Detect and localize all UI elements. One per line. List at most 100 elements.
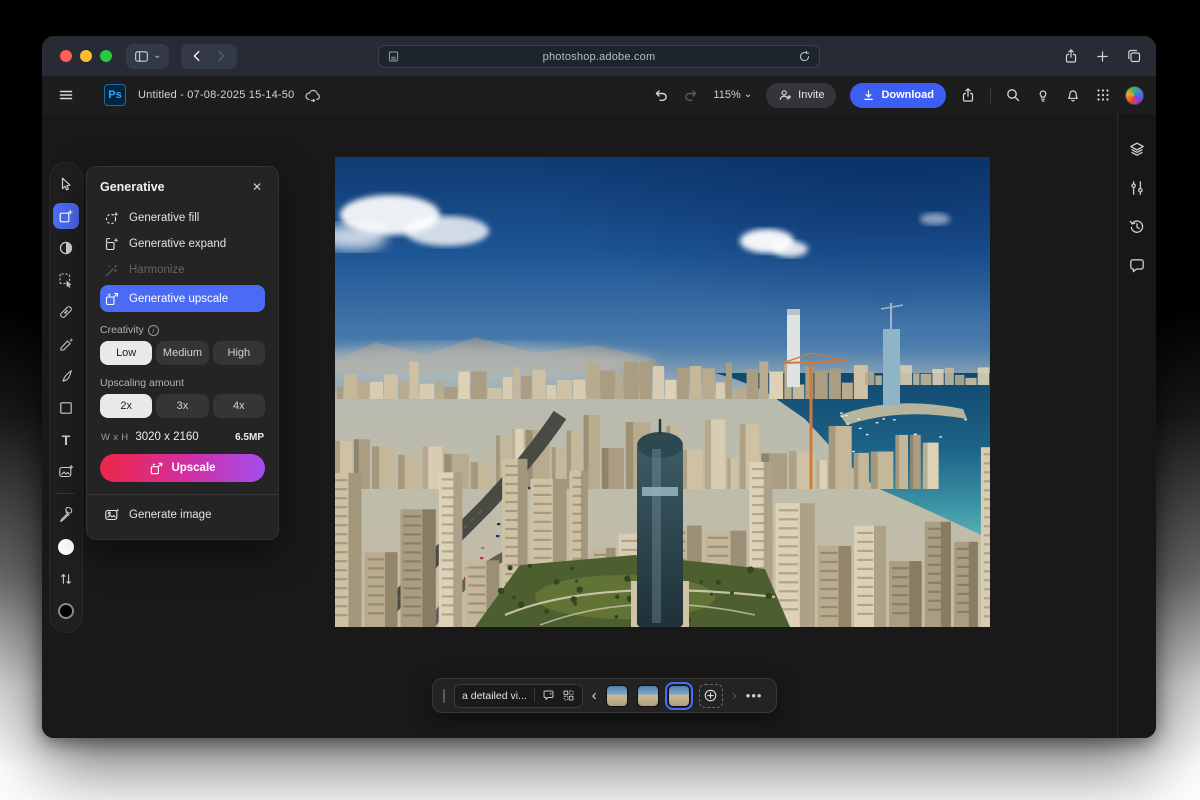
apps-grid-icon[interactable] xyxy=(1095,87,1111,103)
creativity-option-low[interactable]: Low xyxy=(100,341,152,365)
generative-upscale-item[interactable]: Generative upscale xyxy=(100,285,265,312)
select-subject-tool[interactable] xyxy=(53,267,79,293)
generative-tool[interactable] xyxy=(53,203,79,229)
taskbar-drag-handle[interactable] xyxy=(443,689,445,703)
taskbar-more-button[interactable]: ••• xyxy=(746,688,763,703)
prompt-text: a detailed vi... xyxy=(462,690,527,702)
invite-person-icon xyxy=(778,88,792,102)
adjustments-button[interactable] xyxy=(1124,175,1150,201)
panel-close-button[interactable]: ✕ xyxy=(249,179,265,195)
variation-thumbnail-2[interactable] xyxy=(637,685,659,707)
user-avatar[interactable] xyxy=(1125,86,1144,105)
foreground-color-swatch[interactable] xyxy=(53,534,79,560)
notifications-bell-icon[interactable] xyxy=(1065,87,1081,103)
url-text: photoshop.adobe.com xyxy=(400,51,798,63)
dimensions-row: W x H 3020 x 2160 6.5MP xyxy=(101,431,264,443)
adjustments-sliders-icon xyxy=(1128,179,1146,197)
remove-brush-icon xyxy=(58,336,74,352)
upscale-button-label: Upscale xyxy=(171,462,215,474)
previous-version-button[interactable]: ‹ xyxy=(592,688,597,703)
select-subject-icon xyxy=(58,272,74,288)
generative-expand-item[interactable]: Generative expand xyxy=(100,231,265,257)
amount-option-4x[interactable]: 4x xyxy=(213,394,265,418)
next-version-button[interactable]: › xyxy=(732,688,737,703)
rectangle-icon xyxy=(58,400,74,416)
back-icon xyxy=(190,49,204,63)
zoom-chevron-icon: ⌄ xyxy=(744,90,752,100)
header-actions: 115% ⌄ Invite Download xyxy=(653,76,1144,114)
eyedropper-tool[interactable] xyxy=(53,502,79,528)
address-bar[interactable]: photoshop.adobe.com xyxy=(378,45,820,68)
heal-tool[interactable] xyxy=(53,299,79,325)
reader-icon[interactable] xyxy=(387,50,400,63)
remove-tool[interactable] xyxy=(53,331,79,357)
brush-tool[interactable] xyxy=(53,363,79,389)
main-menu-icon[interactable] xyxy=(58,87,74,103)
photoshop-logo: Ps xyxy=(104,84,126,106)
download-button[interactable]: Download xyxy=(850,83,946,108)
generative-upscale-icon xyxy=(104,291,120,307)
search-icon[interactable] xyxy=(1005,87,1021,103)
adjust-tool[interactable] xyxy=(53,235,79,261)
amount-option-2x[interactable]: 2x xyxy=(100,394,152,418)
nav-buttons xyxy=(181,44,237,69)
redo-icon[interactable] xyxy=(683,87,699,103)
eyedropper-icon xyxy=(58,507,74,523)
generate-image-tool[interactable] xyxy=(53,459,79,485)
tab-overview-icon[interactable] xyxy=(1126,48,1142,64)
add-variation-button[interactable] xyxy=(699,684,723,708)
forward-button[interactable] xyxy=(209,45,233,68)
prompt-input[interactable]: a detailed vi... xyxy=(454,684,583,708)
share-icon[interactable] xyxy=(960,87,976,103)
creativity-info-icon[interactable]: i xyxy=(148,325,159,336)
generate-image-item[interactable]: Generate image xyxy=(100,504,265,526)
harmonize-label: Harmonize xyxy=(129,264,185,276)
zoom-window-button[interactable] xyxy=(100,50,112,62)
foreground-color xyxy=(58,539,74,555)
variation-thumbnail-3-selected[interactable] xyxy=(668,685,690,707)
move-tool[interactable] xyxy=(53,171,79,197)
amount-option-3x[interactable]: 3x xyxy=(156,394,208,418)
back-button[interactable] xyxy=(185,45,209,68)
creativity-option-medium[interactable]: Medium xyxy=(156,341,208,365)
minimize-window-button[interactable] xyxy=(80,50,92,62)
new-tab-icon[interactable] xyxy=(1095,49,1110,64)
background-color-swatch[interactable] xyxy=(53,598,79,624)
generative-fill-icon xyxy=(104,210,120,226)
forward-icon xyxy=(214,49,228,63)
wh-value: 3020 x 2160 xyxy=(135,431,198,443)
cloud-sync-icon[interactable] xyxy=(304,87,321,104)
reload-icon[interactable] xyxy=(798,50,811,63)
generative-fill-label: Generative fill xyxy=(129,212,199,224)
canvas-image[interactable] xyxy=(335,157,990,627)
invite-button[interactable]: Invite xyxy=(766,83,836,108)
generative-expand-label: Generative expand xyxy=(129,238,226,250)
close-window-button[interactable] xyxy=(60,50,72,62)
undo-icon[interactable] xyxy=(653,87,669,103)
download-label: Download xyxy=(881,89,934,101)
history-button[interactable] xyxy=(1124,214,1150,240)
chrome-right-buttons xyxy=(1063,36,1142,76)
comments-button[interactable] xyxy=(1124,253,1150,279)
shape-tool[interactable] xyxy=(53,395,79,421)
prompt-settings-icon[interactable] xyxy=(562,689,575,702)
prompt-suggestions-icon[interactable] xyxy=(542,689,555,702)
share-page-icon[interactable] xyxy=(1063,48,1079,64)
sidebar-icon xyxy=(134,49,149,64)
sidebar-toggle-button[interactable]: ⌄ xyxy=(126,44,169,69)
creativity-label: Creativity xyxy=(100,324,144,336)
creativity-option-high[interactable]: High xyxy=(213,341,265,365)
tool-rail: T xyxy=(49,162,83,633)
swap-colors-button[interactable] xyxy=(53,566,79,592)
generative-fill-item[interactable]: Generative fill xyxy=(100,205,265,231)
variation-thumbnail-1[interactable] xyxy=(606,685,628,707)
type-tool[interactable]: T xyxy=(53,427,79,453)
discover-bulb-icon[interactable] xyxy=(1035,87,1051,103)
generate-image-tool-icon xyxy=(58,464,74,480)
panel-title: Generative xyxy=(100,180,165,194)
layers-button[interactable] xyxy=(1124,136,1150,162)
right-panel-rail xyxy=(1117,114,1156,738)
generative-sparkle-icon xyxy=(58,208,74,224)
upscale-button[interactable]: Upscale xyxy=(100,454,265,482)
zoom-level-control[interactable]: 115% ⌄ xyxy=(713,89,752,101)
